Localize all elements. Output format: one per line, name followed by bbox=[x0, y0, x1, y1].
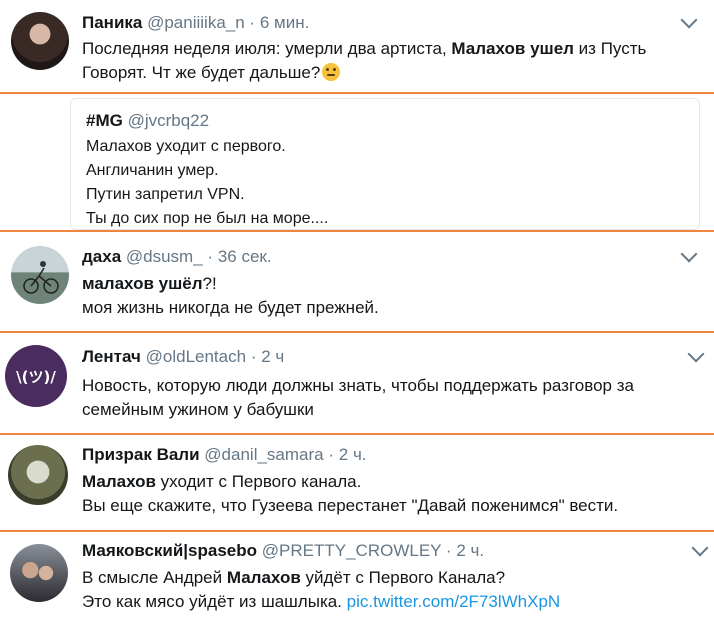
bold-text: Малахов ушел bbox=[451, 39, 574, 58]
chevron-down-icon[interactable] bbox=[680, 245, 698, 263]
quote-line: Путин запретил VPN. bbox=[86, 186, 245, 203]
text-fragment: моя жизнь никогда не будет прежней. bbox=[82, 298, 379, 317]
bold-text: Малахов bbox=[226, 568, 301, 587]
quote-text: Малахов уходит с первого. Англичанин уме… bbox=[86, 135, 328, 231]
text-fragment: Это как мясо уйдёт из шашлыка. bbox=[82, 592, 347, 611]
separator bbox=[0, 92, 714, 94]
timestamp[interactable]: 6 мин. bbox=[260, 13, 309, 32]
text-fragment: В смысле Андрей bbox=[82, 568, 227, 587]
tweet-header: Паника @paniiiika_n · 6 мин. bbox=[82, 13, 309, 33]
avatar[interactable]: \(ツ)/ bbox=[5, 345, 67, 407]
separator-dot: · bbox=[328, 445, 335, 464]
quote-line: Малахов уходит с первого. bbox=[86, 138, 286, 155]
logo-text: \(ツ)/ bbox=[16, 367, 56, 386]
text-fragment: Вы еще скажите, что Гузеева перестанет "… bbox=[82, 496, 619, 515]
quote-line: Ты до сих пор не был на море.... bbox=[86, 210, 329, 227]
tweet-header: даха @dsusm_ · 36 сек. bbox=[82, 247, 272, 267]
separator-dot: · bbox=[249, 13, 256, 32]
author-handle[interactable]: @danil_samara bbox=[204, 445, 323, 464]
quote-author-name[interactable]: #MG bbox=[86, 111, 123, 130]
quote-line: Англичанин умер. bbox=[86, 162, 219, 179]
media-link[interactable]: pic.twitter.com/2F73lWhXpN bbox=[347, 592, 561, 611]
timestamp[interactable]: 36 сек. bbox=[218, 247, 272, 266]
avatar[interactable] bbox=[10, 544, 68, 602]
text-fragment: Новость, которую люди должны знать, чтоб… bbox=[82, 376, 634, 395]
quoted-tweet[interactable]: #MG @jvcrbq22 Малахов уходит с первого. … bbox=[70, 98, 700, 230]
quote-header: #MG @jvcrbq22 bbox=[86, 111, 209, 131]
tweet-header: Призрак Вали @danil_samara · 2 ч. bbox=[82, 445, 367, 465]
text-fragment: ?! bbox=[202, 274, 217, 293]
thinking-face-icon bbox=[322, 63, 341, 81]
tweet[interactable]: Призрак Вали @danil_samara · 2 ч. Малахо… bbox=[0, 435, 714, 530]
author-handle[interactable]: @PRETTY_CROWLEY bbox=[262, 541, 441, 560]
author-handle[interactable]: @oldLentach bbox=[146, 347, 246, 366]
timestamp[interactable]: 2 ч bbox=[261, 347, 284, 366]
author-name[interactable]: Лентач bbox=[82, 347, 141, 366]
chevron-down-icon[interactable] bbox=[687, 345, 705, 363]
tweet-text: малахов ушёл?! моя жизнь никогда не буде… bbox=[82, 272, 379, 320]
tweet-header: Маяковский|spasebo @PRETTY_CROWLEY · 2 ч… bbox=[82, 541, 484, 561]
bold-text: Малахов bbox=[82, 472, 156, 491]
tweet[interactable]: \(ツ)/ Лентач @oldLentach · 2 ч Новость, … bbox=[0, 333, 714, 433]
tweet[interactable]: Маяковский|spasebo @PRETTY_CROWLEY · 2 ч… bbox=[0, 532, 714, 640]
author-handle[interactable]: @dsusm_ bbox=[126, 247, 203, 266]
bicycle-icon bbox=[23, 261, 59, 294]
author-name[interactable]: даха bbox=[82, 247, 121, 266]
separator-dot: · bbox=[250, 347, 257, 366]
author-name[interactable]: Призрак Вали bbox=[82, 445, 200, 464]
author-handle[interactable]: @paniiiika_n bbox=[147, 13, 245, 32]
tweet-header: Лентач @oldLentach · 2 ч bbox=[82, 347, 284, 367]
chevron-down-icon[interactable] bbox=[691, 539, 709, 557]
tweet[interactable]: даха @dsusm_ · 36 сек. малахов ушёл?! мо… bbox=[0, 232, 714, 331]
avatar[interactable] bbox=[8, 445, 68, 505]
separator-dot: · bbox=[445, 541, 452, 560]
text-fragment: Говорят. Чт же будет дальше? bbox=[82, 63, 321, 82]
text-fragment: уходит с Первого канала. bbox=[155, 472, 362, 491]
chevron-down-icon[interactable] bbox=[680, 11, 698, 29]
author-name[interactable]: Паника bbox=[82, 13, 142, 32]
separator-dot: · bbox=[207, 247, 214, 266]
tweet-text: Новость, которую люди должны знать, чтоб… bbox=[82, 374, 634, 422]
author-name[interactable]: Маяковский|spasebo bbox=[82, 541, 257, 560]
avatar[interactable] bbox=[11, 12, 69, 70]
bold-text: малахов ушёл bbox=[82, 274, 203, 293]
timestamp[interactable]: 2 ч. bbox=[339, 445, 367, 464]
quote-author-handle[interactable]: @jvcrbq22 bbox=[128, 111, 210, 130]
text-fragment: уйдёт с Первого Канала? bbox=[300, 568, 506, 587]
tweet[interactable]: Паника @paniiiika_n · 6 мин. Последняя н… bbox=[0, 0, 714, 92]
text-fragment: из Пусть bbox=[573, 39, 647, 58]
tweet-text: Последняя неделя июля: умерли два артист… bbox=[82, 37, 646, 85]
avatar[interactable] bbox=[11, 246, 69, 304]
text-fragment: семейным ужином у бабушки bbox=[82, 400, 314, 419]
tweet-text: Малахов уходит с Первого канала. Вы еще … bbox=[82, 470, 618, 518]
timestamp[interactable]: 2 ч. bbox=[456, 541, 484, 560]
text-fragment: Последняя неделя июля: умерли два артист… bbox=[82, 39, 452, 58]
tweet-text: В смысле Андрей Малахов уйдёт с Первого … bbox=[82, 566, 560, 614]
